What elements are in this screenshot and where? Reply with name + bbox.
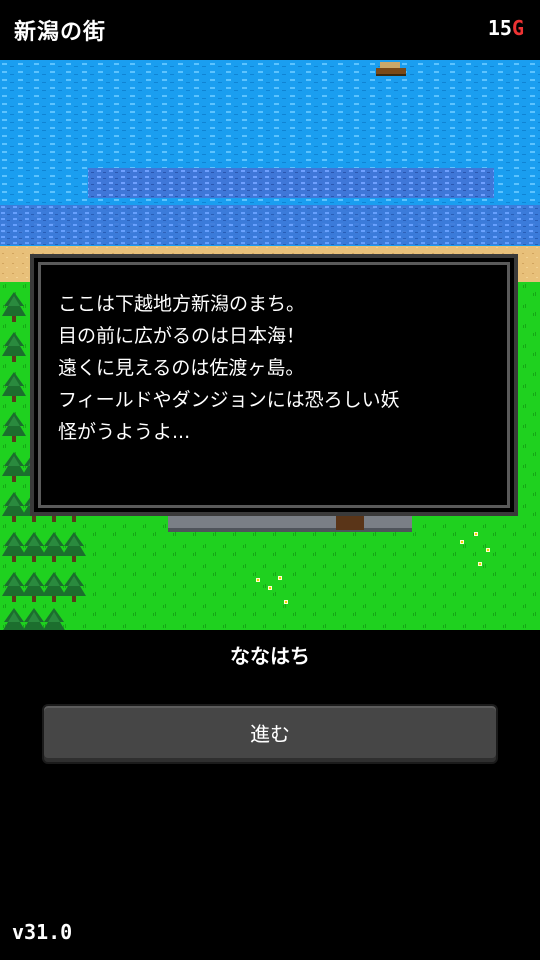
gold-counter: 15G: [488, 16, 524, 40]
dialog-box: ここは下越地方新潟のまち。 目の前に広がるのは日本海！ 遠くに見えるのは佐渡ヶ島…: [30, 254, 518, 516]
top-bar: 新潟の街 15G: [0, 0, 540, 60]
advance-button[interactable]: 進む: [42, 704, 498, 764]
shallow-water: [0, 205, 540, 245]
version-label: v31.0: [12, 920, 73, 944]
dialog-text: ここは下越地方新潟のまち。 目の前に広がるのは日本海！ 遠くに見えるのは佐渡ヶ島…: [58, 293, 400, 443]
speaker-name: ななはち: [230, 644, 310, 668]
town-name: 新潟の街: [14, 20, 107, 45]
game-map[interactable]: ここは下越地方新潟のまち。 目の前に広がるのは日本海！ 遠くに見えるのは佐渡ヶ島…: [0, 60, 540, 630]
gold-unit: G: [511, 16, 524, 40]
gold-amount: 15: [487, 16, 512, 40]
sado-island-shadow: [88, 168, 494, 198]
